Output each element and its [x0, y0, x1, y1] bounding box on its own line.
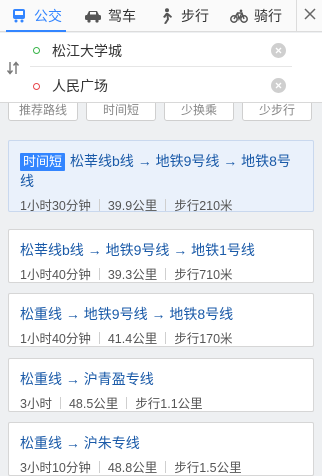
clear-icon [275, 82, 282, 89]
walk-icon [157, 7, 175, 24]
end-field[interactable]: 人民广场 [30, 70, 292, 102]
route-meta: 1小时40分钟 41.4公里 步行170米 [20, 330, 302, 348]
distance: 41.4公里 [107, 332, 158, 346]
start-field[interactable]: 松江大学城 [30, 35, 292, 67]
strategy-tabs: 推荐路线 时间短 少换乘 少步行 [0, 103, 322, 125]
distance: 39.9公里 [107, 199, 158, 213]
start-dot-icon [33, 47, 40, 54]
clear-icon [275, 47, 282, 54]
result-card[interactable]: 时间短 松莘线b线 → 地铁9号线 → 地铁8号线 1小时30分钟 39.9公里 步行… [8, 140, 314, 215]
route-line-text: 松重线 → 地铁9号线 → 地铁8号线 [20, 306, 234, 322]
route-meta: 1小时40分钟 39.3公里 步行710米 [20, 266, 302, 284]
duration: 1小时40分钟 [20, 268, 91, 282]
distance: 48.5公里 [68, 397, 119, 411]
clear-start-button[interactable] [271, 43, 286, 58]
end-dot-icon [33, 82, 40, 90]
walk-distance: 步行1.1公里 [135, 397, 203, 411]
result-card[interactable]: 松莘线b线 → 地铁9号线 → 地铁1号线 1小时40分钟 39.3公里 步行710… [8, 229, 314, 283]
walk-distance: 步行210米 [174, 199, 233, 213]
tab-less-walking[interactable]: 少步行 [242, 103, 312, 121]
walk-distance: 步行170米 [174, 332, 233, 346]
result-card[interactable]: 松重线 → 沪青盈专线 3小时 48.5公里 步行1.1公里 [8, 358, 314, 412]
tab-bike[interactable]: 骑行 [218, 0, 294, 32]
tab-recommended[interactable]: 推荐路线 [8, 103, 78, 121]
tab-walk[interactable]: 步行 [148, 0, 218, 32]
tab-car[interactable]: 驾车 [72, 0, 148, 32]
duration: 3小时10分钟 [20, 461, 91, 475]
route-input-panel: 松江大学城 人民广场 [0, 33, 322, 103]
route-line-text: 松重线 → 沪青盈专线 [20, 371, 154, 387]
tab-shortest-time[interactable]: 时间短 [86, 103, 156, 121]
distance: 48.8公里 [107, 461, 158, 475]
tab-fewer-transfers[interactable]: 少换乘 [164, 103, 234, 121]
tab-walk-label: 步行 [181, 7, 209, 24]
transport-mode-bar: 公交 驾车 步行 骑行 [0, 0, 322, 32]
tab-car-label: 驾车 [108, 7, 136, 24]
close-icon [303, 7, 316, 25]
result-card[interactable]: 松重线 → 沪朱专线 3小时10分钟 48.8公里 步行1.5公里 [8, 422, 314, 476]
bike-icon [230, 8, 248, 24]
route-line-text: 松重线 → 沪朱专线 [20, 435, 140, 451]
duration: 1小时40分钟 [20, 332, 91, 346]
route-meta: 3小时10分钟 48.8公里 步行1.5公里 [20, 459, 302, 476]
result-card[interactable]: 松重线 → 地铁9号线 → 地铁8号线 1小时40分钟 41.4公里 步行170米 [8, 293, 314, 347]
route-meta: 3小时 48.5公里 步行1.1公里 [20, 395, 302, 413]
tab-bike-label: 骑行 [254, 7, 282, 24]
swap-icon[interactable] [6, 60, 20, 76]
tab-bus[interactable]: 公交 [0, 0, 72, 32]
car-icon [84, 8, 102, 24]
distance: 39.3公里 [107, 268, 158, 282]
walk-distance: 步行710米 [174, 268, 233, 282]
route-lines: 时间短 松莘线b线 → 地铁9号线 → 地铁8号线 [20, 151, 302, 191]
route-line-text: 松莘线b线 → 地铁9号线 → 地铁1号线 [20, 242, 255, 258]
route-meta: 1小时30分钟 39.9公里 步行210米 [20, 197, 302, 215]
duration: 3小时 [20, 397, 52, 411]
bus-icon [10, 8, 28, 24]
close-button[interactable] [296, 0, 322, 32]
start-location: 松江大学城 [52, 42, 122, 59]
clear-end-button[interactable] [271, 78, 286, 93]
duration: 1小时30分钟 [20, 199, 91, 213]
walk-distance: 步行1.5公里 [174, 461, 242, 475]
end-location: 人民广场 [52, 78, 108, 94]
fastest-badge: 时间短 [20, 153, 66, 171]
tab-bus-label: 公交 [34, 7, 62, 24]
